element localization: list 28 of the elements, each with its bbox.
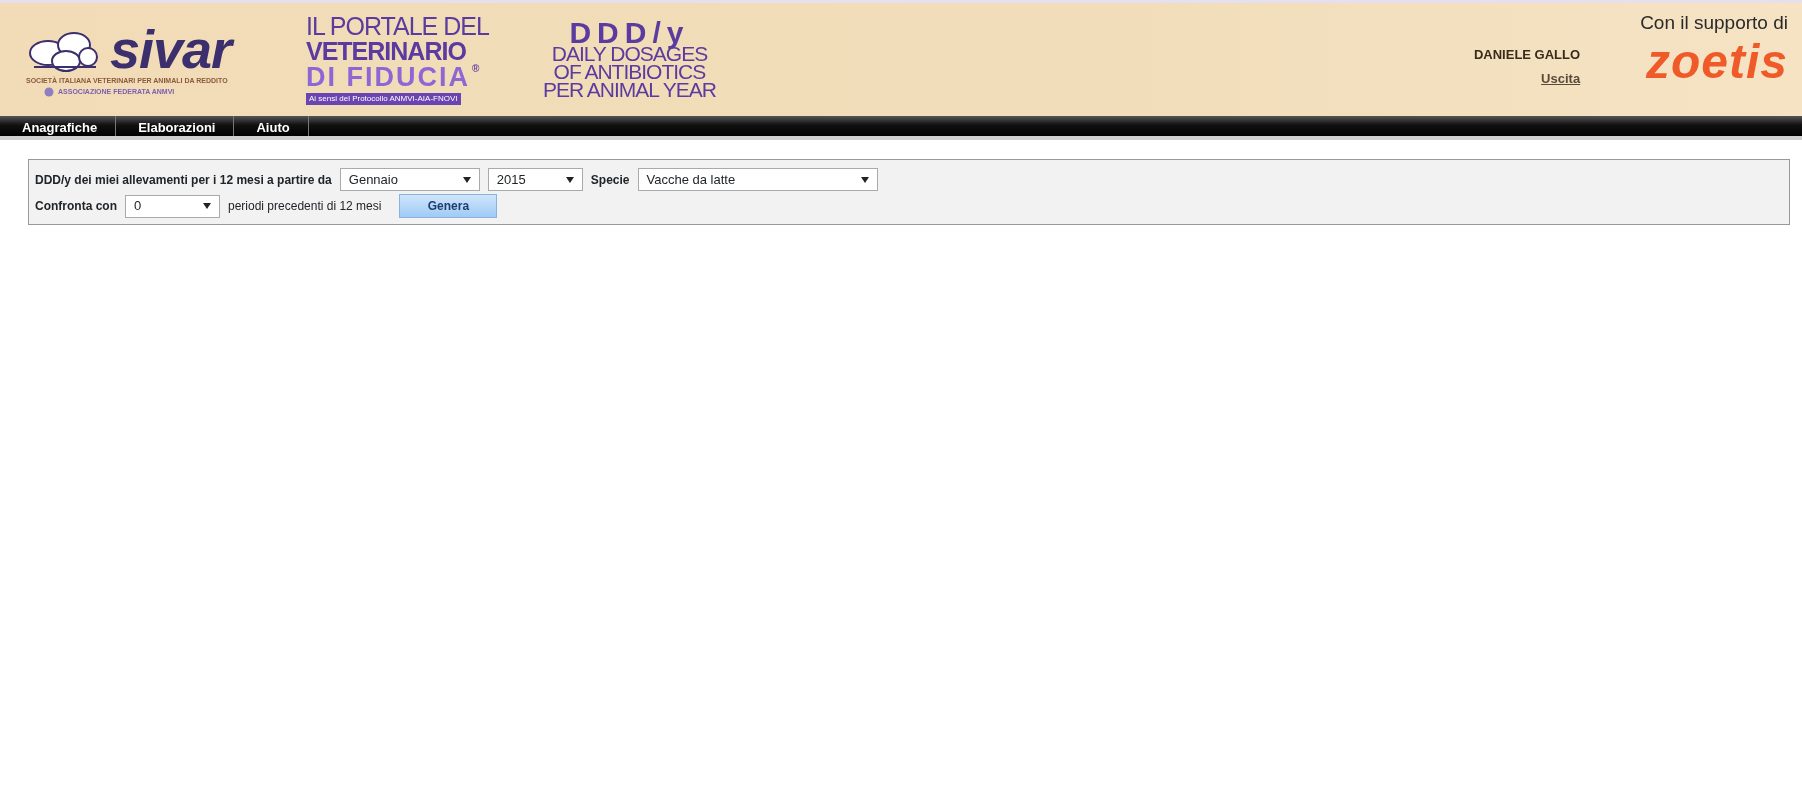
ddd-subtitle: PER ANIMAL YEAR <box>543 81 716 99</box>
dropdown-field[interactable]: 0 <box>125 194 220 218</box>
dropdown-field[interactable]: 2015 <box>487 168 583 191</box>
dropdown-field[interactable]: Vacche da latte <box>637 168 878 191</box>
caret-icon <box>203 203 211 209</box>
sponsor-logo: zoetis <box>1645 37 1788 86</box>
field-label: DDD/y dei miei allevamenti per i 12 mesi a partire da <box>35 171 332 189</box>
field-label: Confronta con <box>35 198 117 215</box>
portal-title: IL PORTALE DEL <box>306 14 490 39</box>
sponsor-caption: Con il supporto di <box>1640 11 1788 35</box>
menu-item[interactable]: Anagrafiche <box>0 116 117 136</box>
user-name: DANIELE GALLO <box>1473 46 1581 64</box>
caret-icon <box>860 176 869 183</box>
menu-item[interactable]: Elaborazioni <box>116 116 235 136</box>
dropdown-field[interactable]: Gennaio <box>339 168 480 191</box>
menu-item[interactable]: Aiuto <box>234 116 309 136</box>
registered-mark: ® <box>472 64 480 74</box>
portal-title: VETERINARIO <box>306 39 467 64</box>
portal-caption: Ai sensi del Protocollo ANMVI-AIA-FNOVI <box>306 93 461 105</box>
caret-icon <box>565 176 574 183</box>
logout-link[interactable]: Uscita <box>1541 68 1581 88</box>
ddd-subtitle: OF ANTIBIOTICS <box>553 63 706 82</box>
caret-icon <box>462 176 471 183</box>
generate-button[interactable]: Genera <box>399 194 498 218</box>
field-label: Specie <box>590 171 630 189</box>
field-text: periodi precedenti di 12 mesi <box>228 198 382 215</box>
portal-title: DI FIDUCIA <box>306 64 470 91</box>
emblem-icon <box>44 86 54 97</box>
